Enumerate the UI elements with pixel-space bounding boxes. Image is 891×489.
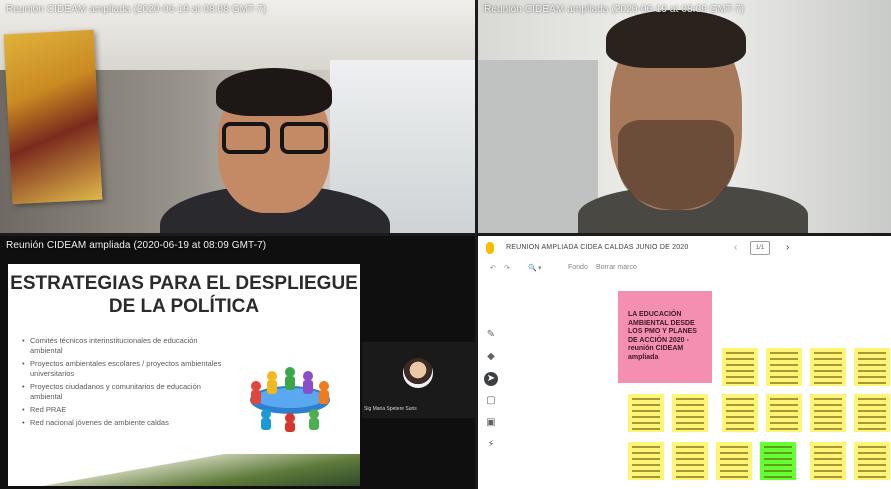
clear-frame-button[interactable]: Borrar marco <box>596 264 637 271</box>
jamboard-title: REUNION AMPLIADA CIDEA CALDAS JUNIO DE 2… <box>506 244 689 251</box>
jamboard-toolbar: ↶ ↷ 🔍 ▾ Fondo Borrar marco <box>478 262 891 278</box>
participant-glasses <box>222 122 330 156</box>
video-tile-participant-2[interactable]: Reunión CIDEAM ampliada (2020-06-19 at 0… <box>478 0 891 233</box>
next-frame-button[interactable]: › <box>786 242 789 253</box>
meeting-table-illustration <box>250 367 330 432</box>
participant-name: Sig Maria Spetere Suris <box>364 406 417 412</box>
sticky-note[interactable] <box>766 394 802 432</box>
slide-bullet: Comités técnicos interinstitucionales de… <box>22 336 232 356</box>
presentation-slide: ESTRATEGIAS PARA EL DESPLIEGUE DE LA POL… <box>8 264 360 486</box>
jamboard-logo-icon <box>486 242 494 254</box>
zoom-icon[interactable]: 🔍 <box>528 264 537 272</box>
image-icon[interactable]: ▣ <box>484 416 498 430</box>
background-painting <box>3 29 103 205</box>
sticky-note-icon[interactable]: ▢ <box>484 394 498 408</box>
sticky-note-green[interactable] <box>760 442 796 480</box>
video-tile-jamboard-share[interactable]: REUNION AMPLIADA CIDEA CALDAS JUNIO DE 2… <box>478 236 891 489</box>
sticky-note[interactable] <box>628 442 664 480</box>
video-tile-participant-1[interactable]: Reunión CIDEAM ampliada (2020-06-19 at 0… <box>0 0 475 233</box>
mini-participant-tile[interactable]: Sig Maria Spetere Suris <box>362 342 475 418</box>
slide-bullet: Red nacional jóvenes de ambiente caldas <box>22 418 232 428</box>
sticky-note[interactable] <box>722 348 758 386</box>
select-icon[interactable]: ➤ <box>484 372 498 386</box>
slide-bullet: Proyectos ciudadanos y comunitarios de e… <box>22 382 232 402</box>
sticky-note[interactable] <box>766 348 802 386</box>
background-button[interactable]: Fondo <box>568 264 588 271</box>
slide-bullet: Proyectos ambientales escolares / proyec… <box>22 359 232 379</box>
pen-icon[interactable]: ✎ <box>484 328 498 342</box>
prev-frame-button[interactable]: ‹ <box>734 242 737 253</box>
sticky-note[interactable] <box>854 394 890 432</box>
sticky-note[interactable] <box>722 394 758 432</box>
laser-icon[interactable]: ⚡ <box>484 438 498 452</box>
slide-bullet-list: Comités técnicos interinstitucionales de… <box>22 336 232 431</box>
redo-icon[interactable]: ↷ <box>504 264 510 272</box>
background-door <box>478 60 598 233</box>
sticky-note[interactable] <box>672 442 708 480</box>
side-toolbar: ✎ ◆ ➤ ▢ ▣ ⚡ <box>484 328 498 460</box>
sticky-note[interactable] <box>810 348 846 386</box>
sticky-note[interactable] <box>810 442 846 480</box>
frame-indicator[interactable]: 1/1 <box>750 241 770 255</box>
sticky-note[interactable] <box>628 394 664 432</box>
tile-label: Reunión CIDEAM ampliada (2020-06-19 at 0… <box>484 4 745 15</box>
sticky-note-pink[interactable]: LA EDUCACIÓN AMBIENTAL DESDE LOS PMO Y P… <box>618 291 712 383</box>
sticky-note[interactable] <box>854 348 890 386</box>
zoom-dropdown-icon[interactable]: ▾ <box>538 264 542 272</box>
jamboard-header: REUNION AMPLIADA CIDEA CALDAS JUNIO DE 2… <box>478 236 891 260</box>
tile-label: Reunión CIDEAM ampliada (2020-06-19 at 0… <box>6 4 267 15</box>
sticky-note[interactable] <box>716 442 752 480</box>
slide-footer-graphic <box>8 454 360 486</box>
sticky-note[interactable] <box>854 442 890 480</box>
participant-beard <box>618 120 734 210</box>
participant-hair <box>216 68 332 116</box>
undo-icon[interactable]: ↶ <box>490 264 496 272</box>
cideac-logo: CIDEAC <box>12 466 58 478</box>
slide-title: ESTRATEGIAS PARA EL DESPLIEGUE DE LA POL… <box>10 273 358 317</box>
video-tile-screen-share[interactable]: Reunión CIDEAM ampliada (2020-06-19 at 0… <box>0 236 475 489</box>
participant-avatar <box>403 358 433 388</box>
sticky-note[interactable] <box>672 394 708 432</box>
jamboard-canvas[interactable]: LA EDUCACIÓN AMBIENTAL DESDE LOS PMO Y P… <box>580 290 891 489</box>
sticky-note[interactable] <box>810 394 846 432</box>
eraser-icon[interactable]: ◆ <box>484 350 498 364</box>
sticky-note-text: LA EDUCACIÓN AMBIENTAL DESDE LOS PMO Y P… <box>628 311 697 361</box>
participant-hair <box>606 10 746 68</box>
slide-bullet: Red PRAE <box>22 405 232 415</box>
tile-label: Reunión CIDEAM ampliada (2020-06-19 at 0… <box>6 240 267 251</box>
